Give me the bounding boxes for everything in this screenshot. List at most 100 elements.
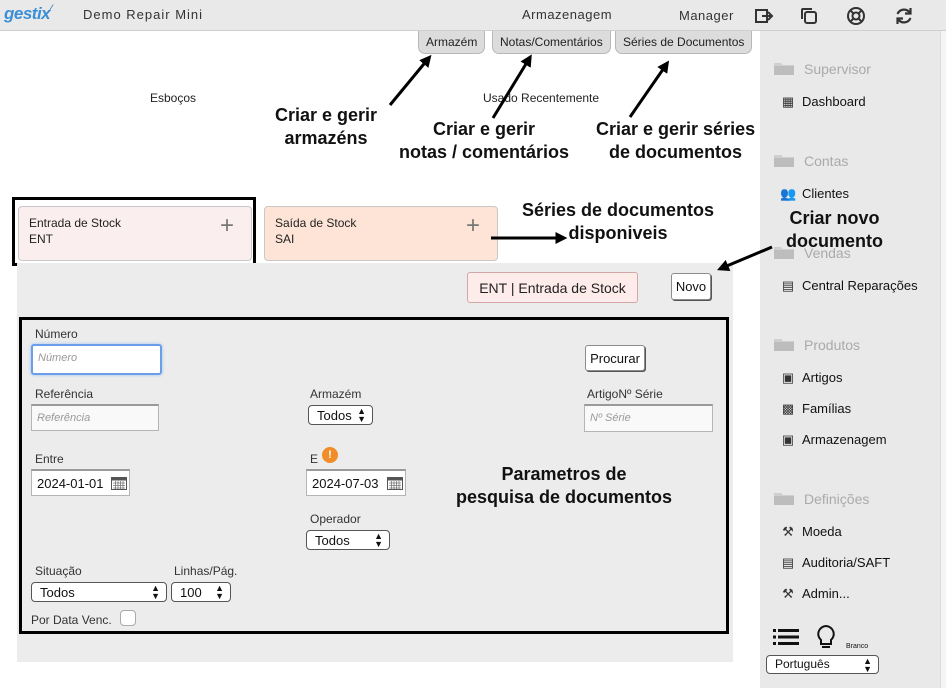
lines-per-page-select[interactable]: 100 ▲ ▼: [171, 582, 231, 602]
search-button[interactable]: Procurar: [585, 345, 645, 371]
series-tile-ent[interactable]: Entrada de Stock ENT +: [18, 206, 252, 261]
annotation-line: disponiveis: [568, 223, 668, 243]
sidebar-item-repairs[interactable]: ▤ Central Reparações: [780, 278, 918, 294]
serial-placeholder: Nº Série: [590, 412, 631, 424]
app-logo[interactable]: gestix: [4, 4, 51, 24]
operator-label: Operador: [310, 512, 361, 526]
lightbulb-icon[interactable]: [816, 624, 836, 652]
annotation-line: Parametros de: [501, 464, 627, 484]
annotation-series: Criar e gerir séries de documentos: [596, 118, 755, 164]
series-tile-sai[interactable]: Saída de Stock SAI +: [264, 206, 498, 261]
due-date-checkbox[interactable]: [120, 610, 136, 626]
series-name: Saída de Stock: [275, 216, 357, 230]
annotation-line: Criar e gerir séries: [596, 119, 756, 139]
serial-input[interactable]: Nº Série: [584, 404, 713, 432]
sidebar-item-currency[interactable]: ⚒ Moeda: [780, 524, 842, 540]
sidebar-item-label: Admin...: [802, 586, 850, 601]
folder-icon: [774, 339, 794, 351]
folder-icon: [774, 63, 794, 75]
sidebar-item-clients[interactable]: 👥 Clientes: [780, 186, 849, 202]
logo-swoosh-icon: ⁄: [50, 2, 53, 16]
select-arrows-icon: ▲ ▼: [374, 531, 383, 549]
admin-icon: ⚒: [782, 586, 794, 601]
sidebar-item-admin[interactable]: ⚒ Admin...: [780, 586, 850, 602]
tab-notes[interactable]: Notas/Comentários: [492, 31, 611, 54]
number-placeholder: Número: [38, 352, 78, 364]
windows-icon[interactable]: [798, 5, 820, 27]
status-value: Todos: [40, 585, 75, 600]
lines-per-page-value: 100: [180, 585, 202, 600]
annotation-available-series: Séries de documentos disponiveis: [522, 199, 714, 245]
annotation-new-document: Criar novo documento: [786, 207, 883, 253]
annotation-line: pesquisa de documentos: [456, 487, 673, 507]
sidebar-item-audit[interactable]: ▤ Auditoria/SAFT: [780, 555, 890, 571]
list-menu-icon[interactable]: [773, 628, 799, 646]
status-select[interactable]: Todos ▲ ▼: [31, 582, 167, 602]
sidebar-item-label: Central Reparações: [802, 278, 918, 293]
from-date-input[interactable]: 2024-01-01: [31, 469, 130, 496]
to-date-input[interactable]: 2024-07-03: [306, 469, 406, 496]
select-arrows-icon: ▲ ▼: [151, 583, 160, 601]
logout-icon[interactable]: [753, 5, 775, 27]
number-label: Número: [35, 327, 78, 341]
user-name[interactable]: Manager: [679, 8, 734, 23]
plus-icon[interactable]: +: [466, 214, 480, 238]
sidebar-item-label: Armazenagem: [802, 432, 887, 447]
annotation-line: armazéns: [284, 128, 368, 148]
sidebar-group-title: Contas: [804, 153, 849, 169]
currency-icon: ⚒: [782, 524, 794, 539]
lines-per-page-label: Linhas/Pág.: [174, 564, 238, 578]
calendar-icon[interactable]: [111, 476, 127, 490]
operator-select[interactable]: Todos ▲ ▼: [306, 530, 390, 550]
sidebar-item-warehouse[interactable]: ▣ Armazenagem: [780, 432, 887, 448]
warehouse-icon: ▣: [781, 432, 795, 447]
new-document-button[interactable]: Novo: [671, 273, 711, 300]
series-code: SAI: [275, 232, 295, 246]
warehouse-value: Todos: [317, 408, 352, 423]
sidebar-item-label: Artigos: [802, 370, 843, 385]
status-label: Situação: [35, 564, 82, 578]
language-value: Português: [775, 657, 830, 671]
warning-icon[interactable]: !: [322, 447, 338, 463]
reference-input[interactable]: Referência: [31, 404, 159, 431]
sidebar-item-label: Famílias: [802, 401, 852, 416]
tab-document-series[interactable]: Séries de Documentos: [615, 31, 753, 54]
sidebar-group-products: Produtos: [774, 337, 860, 353]
calendar-icon[interactable]: [387, 476, 403, 490]
sidebar-item-label: Auditoria/SAFT: [802, 555, 891, 570]
annotation-search-params: Parametros de pesquisa de documentos: [456, 463, 672, 509]
sidebar-group-settings: Definições: [774, 491, 869, 507]
select-arrows-icon: ▲ ▼: [215, 583, 224, 601]
sidebar-group-supervisor: Supervisor: [774, 61, 871, 77]
series-code: ENT: [29, 232, 53, 246]
annotation-line: de documentos: [609, 142, 743, 162]
sidebar-group-title: Definições: [804, 491, 870, 507]
top-bar: gestix ⁄ Demo Repair Mini Armazenagem Ma…: [0, 0, 946, 31]
annotation-notes: Criar e gerir notas / comentários: [399, 118, 569, 164]
annotation-line: Criar novo: [789, 208, 880, 228]
sidebar-item-articles[interactable]: ▣ Artigos: [780, 370, 843, 386]
annotation-line: Criar e gerir: [275, 105, 378, 125]
reference-label: Referência: [35, 387, 94, 401]
select-arrows-icon: ▲ ▼: [357, 406, 366, 424]
annotation-line: notas / comentários: [399, 142, 570, 162]
to-date-label: E: [310, 452, 319, 466]
vertical-scrollbar[interactable]: [940, 31, 946, 688]
help-icon[interactable]: [845, 5, 867, 27]
language-select[interactable]: Português ▲ ▼: [766, 655, 879, 674]
sidebar-item-families[interactable]: ▩ Famílias: [780, 401, 851, 417]
tab-warehouse[interactable]: Armazém: [418, 31, 486, 54]
articles-icon: ▣: [781, 370, 795, 385]
sidebar-item-dashboard[interactable]: ▦ Dashboard: [780, 94, 866, 110]
arrow-to-notes-tab: [491, 54, 532, 119]
sidebar: Supervisor ▦ Dashboard Contas 👥 Clientes V…: [760, 31, 940, 688]
theme-label: Branco: [846, 643, 869, 650]
sidebar-group-accounts: Contas: [774, 153, 848, 169]
number-input[interactable]: Número: [31, 344, 162, 375]
warehouse-select[interactable]: Todos ▲ ▼: [308, 405, 373, 425]
plus-icon[interactable]: +: [220, 214, 234, 238]
drafts-label[interactable]: Esboços: [150, 91, 196, 105]
refresh-icon[interactable]: [893, 5, 915, 27]
recent-label[interactable]: Usado Recentemente: [483, 91, 599, 105]
repairs-icon: ▤: [781, 278, 795, 293]
